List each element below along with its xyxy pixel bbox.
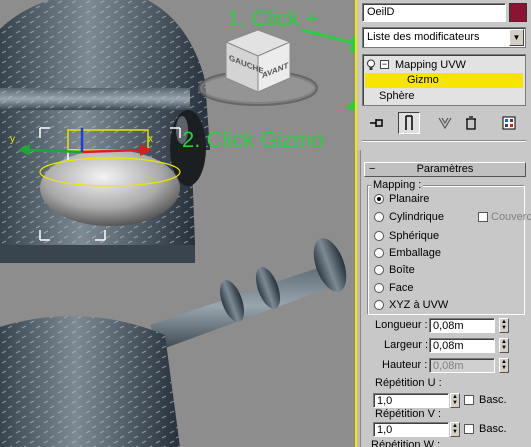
repetition-u-basc-checkbox[interactable] xyxy=(464,395,474,405)
basc-label: Basc. xyxy=(479,394,507,406)
largeur-input[interactable]: 0,08m xyxy=(429,338,495,353)
basc-label: Basc. xyxy=(479,423,507,435)
repetition-v-basc-checkbox[interactable] xyxy=(464,424,474,434)
modify-command-panel: OeilD Liste des modificateurs ▼ − Mappin… xyxy=(357,0,531,447)
robot-scene: y x xyxy=(0,0,355,447)
hauteur-input[interactable]: 0,08m xyxy=(429,358,495,373)
svg-text:x: x xyxy=(148,134,153,145)
remove-modifier-icon[interactable] xyxy=(460,112,482,134)
stack-item-label: Sphère xyxy=(379,90,415,102)
stack-item-sphere[interactable]: Sphère xyxy=(365,89,523,104)
show-end-result-icon[interactable] xyxy=(398,112,420,134)
stack-item-mapping-uvw[interactable]: − Mapping UVW xyxy=(365,58,523,73)
stack-item-gizmo[interactable]: Gizmo xyxy=(365,73,523,88)
couvercle-checkbox[interactable] xyxy=(478,212,488,222)
largeur-label: Largeur : xyxy=(384,339,429,351)
light-bulb-icon[interactable] xyxy=(366,59,376,71)
configure-sets-icon[interactable] xyxy=(498,112,520,134)
repetition-u-label: Répétition U : xyxy=(375,377,442,389)
stack-item-label: Mapping UVW xyxy=(395,59,466,71)
modifier-list-dropdown[interactable]: Liste des modificateurs ▼ xyxy=(362,27,526,48)
make-unique-icon[interactable] xyxy=(434,112,456,134)
radio-dot-icon xyxy=(374,194,384,204)
object-color-swatch[interactable] xyxy=(509,3,527,22)
radio-dot-icon xyxy=(374,212,384,222)
pin-stack-icon[interactable] xyxy=(366,112,388,134)
couvercle-label: Couvercle xyxy=(491,211,531,223)
hauteur-label: Hauteur : xyxy=(382,359,428,371)
radio-dot-icon xyxy=(374,248,384,258)
radio-dot-icon xyxy=(374,283,384,293)
collapse-minus-icon[interactable]: − xyxy=(380,60,389,69)
repetition-v-spinner[interactable]: ▲ ▼ xyxy=(450,422,460,437)
longueur-spinner[interactable]: ▲ ▼ xyxy=(499,318,509,333)
modifier-list-label: Liste des modificateurs xyxy=(367,31,480,43)
stack-item-label: Gizmo xyxy=(407,74,439,86)
panel-scrollbar[interactable] xyxy=(357,150,361,447)
repetition-v-label: Répétition V : xyxy=(375,408,442,420)
modifier-stack[interactable]: − Mapping UVW Gizmo Sphère xyxy=(362,54,526,106)
toolbar-divider xyxy=(362,140,526,142)
repetition-u-spinner[interactable]: ▲ ▼ xyxy=(450,393,460,408)
longueur-input[interactable]: 0,08m xyxy=(429,318,495,333)
svg-text:y: y xyxy=(10,134,15,145)
hauteur-spinner[interactable]: ▲ ▼ xyxy=(499,358,509,373)
rollout-title: Paramètres xyxy=(416,163,474,175)
perspective-viewport[interactable]: y x 1. Click + 2. Click Gizmo GAUCHE AVA… xyxy=(0,0,355,447)
repetition-u-input[interactable]: 1,0 xyxy=(373,393,449,408)
largeur-spinner[interactable]: ▲ ▼ xyxy=(499,338,509,353)
radio-dot-icon xyxy=(374,231,384,241)
longueur-label: Longueur : xyxy=(375,319,428,331)
annotation-step-1: 1. Click + xyxy=(227,6,319,31)
object-name-field[interactable]: OeilD xyxy=(362,3,506,22)
repetition-v-input[interactable]: 1,0 xyxy=(373,422,449,437)
mapping-group-label: Mapping : xyxy=(371,179,424,191)
annotation-step-2: 2. Click Gizmo xyxy=(182,127,324,152)
radio-dot-icon xyxy=(374,300,384,310)
chevron-down-icon[interactable]: ▼ xyxy=(509,29,524,46)
rollout-parametres-header[interactable]: − Paramètres xyxy=(364,162,526,177)
radio-dot-icon xyxy=(374,265,384,275)
modifier-stack-toolbar xyxy=(362,112,526,136)
repetition-w-label: Répétition W : xyxy=(371,439,441,447)
collapse-minus-icon: − xyxy=(369,163,376,175)
